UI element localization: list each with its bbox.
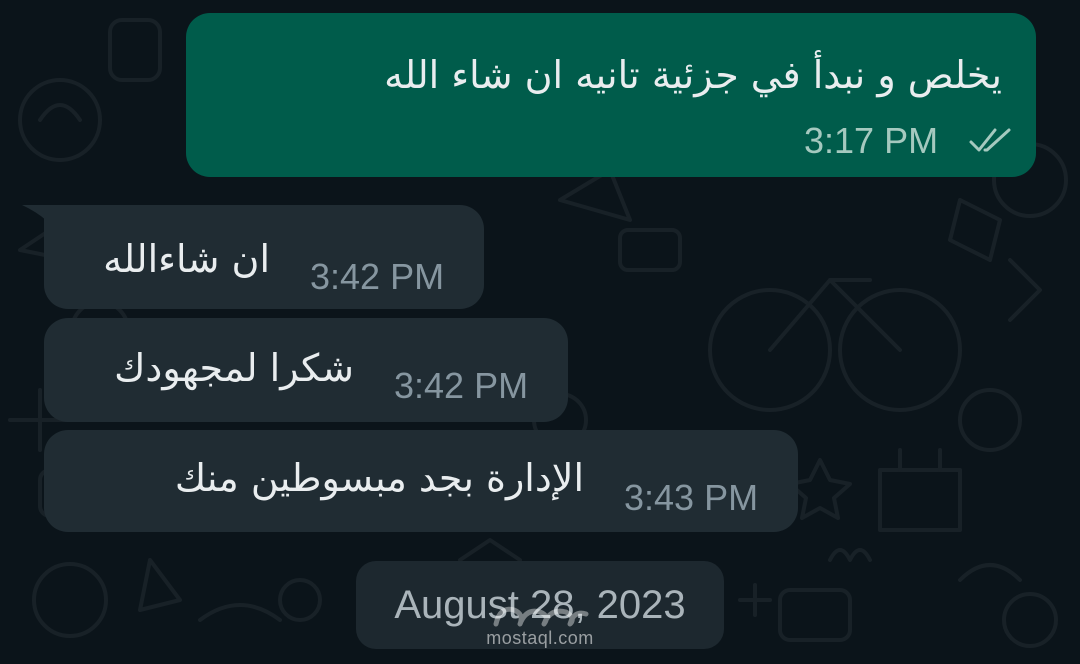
message-bubble-incoming[interactable]: ان شاءالله 3:42 PM (44, 205, 484, 309)
double-check-icon (969, 128, 1011, 152)
message-text: الإدارة بجد مبسوطين منك (174, 456, 584, 500)
message-time: 3:42 PM (394, 365, 529, 406)
watermark-text: mostaql.com (486, 628, 594, 648)
message-time: 3:43 PM (624, 477, 759, 518)
message-bubble-outgoing[interactable]: يخلص و نبدأ في جزئية تانيه ان شاء الله 3… (186, 13, 1036, 177)
message-bubble-incoming[interactable]: الإدارة بجد مبسوطين منك 3:43 PM (44, 430, 798, 532)
mostaql-logo-icon (493, 606, 589, 627)
message-bubble-incoming[interactable]: شكرا لمجهودك 3:42 PM (44, 318, 568, 422)
message-text: ان شاءالله (103, 237, 270, 281)
message-text: يخلص و نبدأ في جزئية تانيه ان شاء الله (384, 53, 1002, 97)
message-time: 3:42 PM (310, 256, 445, 297)
message-time: 3:17 PM (804, 120, 939, 161)
message-text: شكرا لمجهودك (114, 346, 354, 390)
